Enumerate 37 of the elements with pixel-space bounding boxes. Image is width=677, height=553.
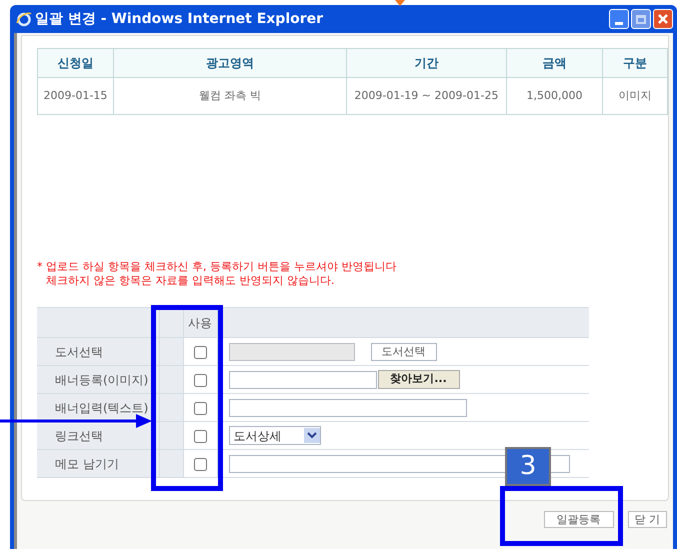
field-label: 배너등록(이미지) bbox=[37, 366, 159, 394]
use-checkbox[interactable] bbox=[194, 458, 206, 471]
use-checkbox[interactable] bbox=[194, 402, 206, 415]
close-button[interactable] bbox=[653, 9, 673, 29]
marker-arrow-icon bbox=[395, 0, 405, 6]
use-checkbox[interactable] bbox=[194, 374, 206, 387]
field-label: 링크선택 bbox=[37, 422, 159, 450]
window-title: 일괄 변경 - Windows Internet Explorer bbox=[35, 10, 324, 28]
browse-button[interactable]: 찾아보기... bbox=[378, 370, 460, 389]
column-header: 신청일 bbox=[38, 48, 114, 78]
maximize-button[interactable] bbox=[631, 9, 651, 29]
table-cell: 1,500,000 bbox=[506, 78, 603, 114]
field-label: 도서선택 bbox=[37, 338, 159, 366]
step-badge: 3 bbox=[505, 447, 551, 486]
close-dialog-button[interactable]: 닫 기 bbox=[628, 511, 667, 528]
file-path-field[interactable] bbox=[228, 370, 376, 388]
table-cell: 2009-01-19 ~ 2009-01-25 bbox=[346, 78, 506, 114]
column-header: 금액 bbox=[506, 48, 603, 78]
table-cell: 2009-01-15 bbox=[38, 78, 114, 114]
column-header: 기간 bbox=[346, 48, 506, 78]
column-header: 사용 bbox=[183, 308, 217, 338]
browser-logo-icon bbox=[16, 11, 32, 27]
column-header: 광고영역 bbox=[113, 48, 346, 78]
column-header: 구분 bbox=[602, 48, 668, 78]
use-checkbox[interactable] bbox=[194, 346, 206, 359]
chevron-down-icon bbox=[304, 428, 320, 443]
use-checkbox[interactable] bbox=[194, 430, 206, 443]
minimize-button[interactable] bbox=[609, 9, 629, 29]
link-dropdown[interactable]: 도서상세 bbox=[228, 426, 320, 445]
bulk-register-button[interactable]: 일괄등록 bbox=[544, 511, 614, 528]
table-cell: 웰컴 좌측 빅 bbox=[113, 78, 346, 114]
instruction-text: * 업로드 하실 항목을 체크하신 후, 등록하기 버튼을 누르셔야 반영됩니다 bbox=[37, 260, 398, 274]
instruction-text: 체크하지 않은 항목은 자료를 입력해도 반영되지 않습니다. bbox=[45, 274, 336, 288]
table-cell: 이미지 bbox=[602, 78, 668, 114]
field-label: 메모 남기기 bbox=[37, 450, 159, 478]
close-icon bbox=[657, 13, 669, 25]
text-field[interactable] bbox=[228, 398, 466, 416]
